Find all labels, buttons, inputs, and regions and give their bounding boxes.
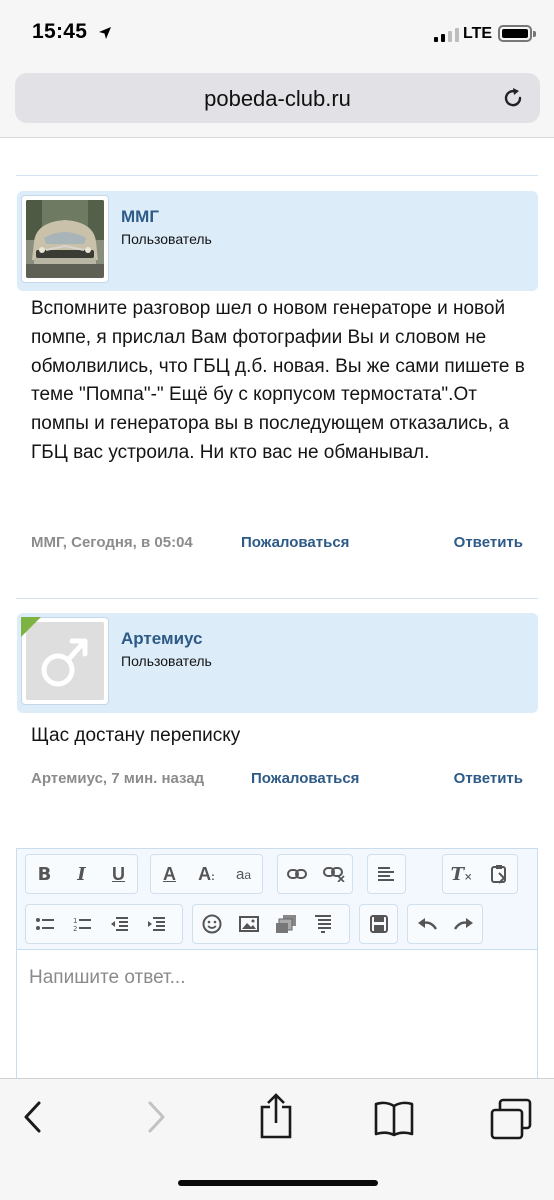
toolbar-group-misc: T× bbox=[442, 854, 518, 894]
avatar[interactable] bbox=[21, 195, 109, 283]
reply-link[interactable]: Ответить bbox=[454, 534, 523, 551]
post-author[interactable]: ММГ bbox=[121, 207, 159, 227]
network-type: LTE bbox=[463, 25, 493, 42]
status-time: 15:45 bbox=[32, 20, 88, 43]
battery-icon bbox=[498, 25, 532, 42]
link-icon[interactable] bbox=[278, 855, 315, 893]
tabs-icon[interactable] bbox=[490, 1098, 532, 1140]
italic-icon[interactable]: I bbox=[63, 855, 100, 893]
svg-text:2: 2 bbox=[73, 925, 77, 932]
report-link[interactable]: Пожаловаться bbox=[241, 534, 349, 551]
outdent-icon[interactable] bbox=[100, 905, 137, 943]
back-icon[interactable] bbox=[22, 1100, 44, 1134]
page-content: ММГ Пользователь Вспомните разговор шел … bbox=[0, 139, 554, 1079]
reload-icon[interactable] bbox=[500, 85, 526, 111]
url-text[interactable]: pobeda-club.ru bbox=[15, 86, 540, 112]
post-meta: Артемиус, 7 мин. назад bbox=[31, 770, 205, 787]
post-header: Артемиус Пользователь bbox=[17, 613, 538, 713]
media-icon[interactable] bbox=[267, 905, 304, 943]
report-link[interactable]: Пожаловаться bbox=[251, 770, 359, 787]
post-meta: ММГ, Сегодня, в 05:04 bbox=[31, 534, 193, 551]
toolbar-group-font: A A: aa bbox=[150, 854, 263, 894]
undo-icon[interactable] bbox=[408, 905, 445, 943]
post-message: Щас достану переписку bbox=[31, 725, 241, 746]
smiley-icon[interactable] bbox=[193, 905, 230, 943]
text-color-icon[interactable]: A bbox=[151, 855, 188, 893]
forward-icon[interactable] bbox=[145, 1100, 167, 1134]
font-size-icon[interactable]: A: bbox=[188, 855, 225, 893]
post-author-role: Пользователь bbox=[121, 653, 212, 669]
divider bbox=[16, 175, 538, 176]
battery-cap bbox=[533, 31, 536, 37]
browser-top-chrome: 15:45 LTE pobeda-club.ru bbox=[0, 0, 554, 138]
home-indicator bbox=[178, 1180, 378, 1186]
svg-text:1: 1 bbox=[73, 917, 77, 925]
reply-editor: B I U A A: aa T× 1 2 Напишите ответ... bbox=[16, 848, 538, 1079]
redo-icon[interactable] bbox=[445, 905, 482, 943]
status-bar: 15:45 LTE bbox=[0, 0, 554, 70]
bullet-list-icon[interactable] bbox=[26, 905, 63, 943]
post-author-role: Пользователь bbox=[121, 231, 212, 247]
underline-icon[interactable]: U bbox=[100, 855, 137, 893]
signal-strength-icon bbox=[434, 28, 459, 42]
location-arrow-icon bbox=[99, 27, 111, 39]
font-family-icon[interactable]: aa bbox=[225, 855, 262, 893]
toolbar-group-align bbox=[367, 854, 406, 894]
align-icon[interactable] bbox=[368, 855, 405, 893]
quote-icon[interactable] bbox=[304, 905, 341, 943]
toolbar-group-history bbox=[407, 904, 483, 944]
remove-format-icon[interactable]: T× bbox=[443, 855, 480, 893]
bookmarks-icon[interactable] bbox=[374, 1098, 414, 1138]
reply-link[interactable]: Ответить bbox=[454, 770, 523, 787]
toolbar-group-insert bbox=[192, 904, 350, 944]
toolbar-group-lists: 12 bbox=[25, 904, 183, 944]
unlink-icon[interactable] bbox=[315, 855, 352, 893]
indent-icon[interactable] bbox=[137, 905, 174, 943]
post-message: Вспомните разговор шел о новом генератор… bbox=[31, 298, 525, 463]
save-draft-icon[interactable] bbox=[360, 905, 397, 943]
post-header: ММГ Пользователь bbox=[17, 191, 538, 291]
share-icon[interactable] bbox=[258, 1093, 294, 1139]
image-icon[interactable] bbox=[230, 905, 267, 943]
avatar-car-photo bbox=[26, 200, 104, 278]
toolbar-group-save bbox=[359, 904, 398, 944]
editor-toolbar: B I U A A: aa T× 1 2 bbox=[17, 849, 537, 950]
toolbar-group-links bbox=[277, 854, 353, 894]
reply-input[interactable]: Напишите ответ... bbox=[29, 967, 185, 989]
car-photo-icon bbox=[26, 200, 104, 278]
bold-icon[interactable]: B bbox=[26, 855, 63, 893]
toolbar-group-text-style: B I U bbox=[25, 854, 138, 894]
online-indicator-icon bbox=[21, 617, 41, 637]
divider bbox=[16, 598, 538, 599]
paste-icon[interactable] bbox=[480, 855, 517, 893]
post-author[interactable]: Артемиус bbox=[121, 629, 203, 649]
numbered-list-icon[interactable]: 12 bbox=[63, 905, 100, 943]
address-bar[interactable]: pobeda-club.ru bbox=[15, 73, 540, 123]
